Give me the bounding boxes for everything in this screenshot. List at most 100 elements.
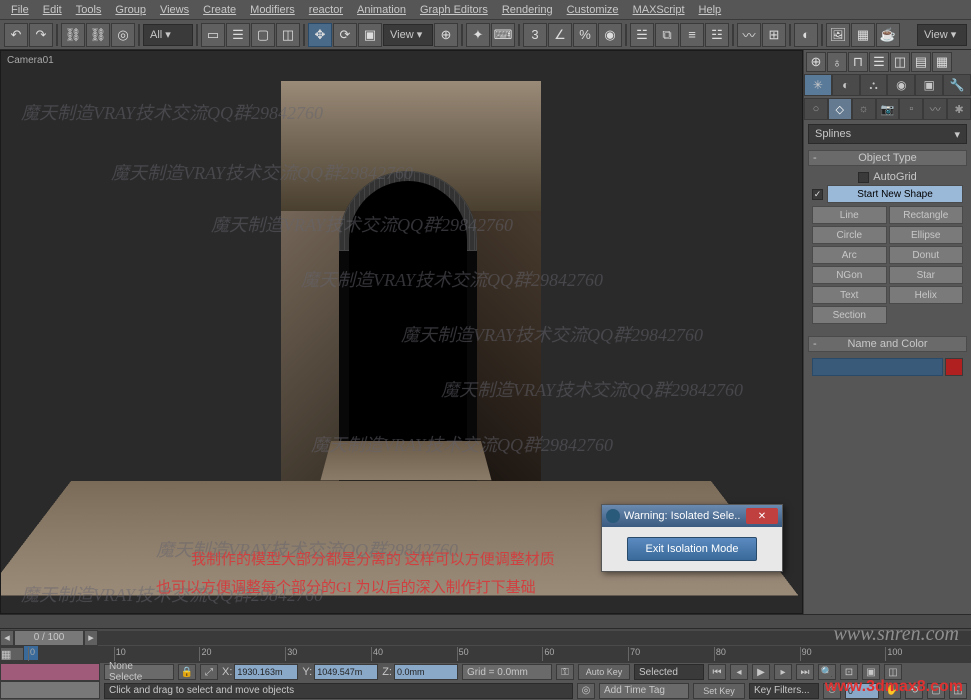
viewport[interactable]: Camera01 魔天制造VRAY技术交流QQ群29842760 魔天制造VRA…	[0, 50, 803, 614]
curve-editor-button[interactable]: 〰	[737, 23, 761, 47]
menu-views[interactable]: Views	[153, 2, 196, 18]
arc-button[interactable]: Arc	[812, 246, 887, 264]
maxscript-swatch[interactable]	[0, 663, 100, 681]
menu-tools[interactable]: Tools	[69, 2, 109, 18]
helix-button[interactable]: Helix	[889, 286, 964, 304]
snap-button[interactable]: 3	[523, 23, 547, 47]
key-filter-selected[interactable]: Selected	[634, 664, 704, 680]
keyboard-button[interactable]: ⌨	[491, 23, 515, 47]
helpers-subtab[interactable]: ▫	[899, 98, 923, 120]
menu-create[interactable]: Create	[196, 2, 243, 18]
key-icon[interactable]: ⚿	[556, 664, 574, 680]
scale-button[interactable]: ▣	[358, 23, 382, 47]
percent-snap-button[interactable]: %	[573, 23, 597, 47]
mirror-button[interactable]: ⧉	[655, 23, 679, 47]
modify-tab[interactable]: ◐	[832, 74, 860, 96]
category-dropdown[interactable]: Splines▾	[808, 124, 967, 144]
pivot-button[interactable]: ⊕	[434, 23, 458, 47]
text-button[interactable]: Text	[812, 286, 887, 304]
cameras-subtab[interactable]: 📷	[876, 98, 900, 120]
object-type-rollout[interactable]: -Object Type	[808, 150, 967, 166]
lights-subtab[interactable]: ☼	[852, 98, 876, 120]
move-button[interactable]: ✥	[308, 23, 332, 47]
close-icon[interactable]: ✕	[746, 508, 778, 524]
render-setup-button[interactable]: 🖼	[826, 23, 850, 47]
track-bar[interactable]: ▦ 0 10 20 30 40 50 60 70 80 90 100	[0, 646, 971, 662]
geometry-subtab[interactable]: ○	[804, 98, 828, 120]
prev-frame-button[interactable]: ◂	[0, 630, 14, 646]
name-color-rollout[interactable]: -Name and Color	[808, 336, 967, 352]
y-coord-input[interactable]: 1049.547m	[314, 664, 378, 680]
time-slider-handle[interactable]: 0 / 100	[14, 630, 84, 646]
star-button[interactable]: Star	[889, 266, 964, 284]
viewport-nav-icon[interactable]: ♁	[827, 52, 847, 72]
viewport-scrollbar[interactable]	[0, 614, 971, 628]
motion-tab[interactable]: ◉	[887, 74, 915, 96]
select-button[interactable]: ▭	[201, 23, 225, 47]
menu-customize[interactable]: Customize	[560, 2, 626, 18]
section-button[interactable]: Section	[812, 306, 887, 324]
hierarchy-tab[interactable]: ⛬	[860, 74, 888, 96]
render-frame-button[interactable]: ▦	[851, 23, 875, 47]
menu-animation[interactable]: Animation	[350, 2, 413, 18]
dialog-titlebar[interactable]: Warning: Isolated Sele.. ✕	[602, 505, 782, 527]
autogrid-checkbox[interactable]	[858, 172, 869, 183]
align-button[interactable]: ≡	[680, 23, 704, 47]
menu-group[interactable]: Group	[108, 2, 153, 18]
goto-start-button[interactable]: ⏮	[708, 664, 726, 680]
menu-maxscript[interactable]: MAXScript	[626, 2, 692, 18]
start-new-shape-button[interactable]: Start New Shape	[827, 185, 963, 203]
undo-button[interactable]: ↶	[4, 23, 28, 47]
viewport-nav-icon[interactable]: ☰	[869, 52, 889, 72]
ellipse-button[interactable]: Ellipse	[889, 226, 964, 244]
play-button[interactable]: ▶	[752, 664, 770, 680]
schematic-button[interactable]: ⊞	[762, 23, 786, 47]
manipulate-button[interactable]: ✦	[466, 23, 490, 47]
autokey-button[interactable]: Auto Key	[578, 664, 630, 680]
rectangle-button[interactable]: Rectangle	[889, 206, 964, 224]
systems-subtab[interactable]: ✱	[947, 98, 971, 120]
menu-grapheditors[interactable]: Graph Editors	[413, 2, 495, 18]
menu-edit[interactable]: Edit	[36, 2, 69, 18]
donut-button[interactable]: Donut	[889, 246, 964, 264]
named-sel-button[interactable]: ☱	[630, 23, 654, 47]
select-region-button[interactable]: ▢	[251, 23, 275, 47]
line-button[interactable]: Line	[812, 206, 887, 224]
circle-button[interactable]: Circle	[812, 226, 887, 244]
create-tab[interactable]: ✳	[804, 74, 832, 96]
exit-isolation-button[interactable]: Exit Isolation Mode	[627, 537, 758, 561]
z-coord-input[interactable]: 0.0mm	[394, 664, 458, 680]
unlink-button[interactable]: ⛓	[86, 23, 110, 47]
open-trackview-button[interactable]: ▦	[0, 647, 24, 661]
comm-icon[interactable]: ◎	[577, 683, 595, 699]
select-name-button[interactable]: ☰	[226, 23, 250, 47]
layers-button[interactable]: ☳	[705, 23, 729, 47]
listener-swatch[interactable]	[0, 681, 100, 699]
viewport-nav-icon[interactable]: ⊕	[806, 52, 826, 72]
next-frame-button[interactable]: ▸	[84, 630, 98, 646]
ngon-button[interactable]: NGon	[812, 266, 887, 284]
view-dropdown[interactable]: View ▾	[917, 24, 967, 46]
menu-file[interactable]: File	[4, 2, 36, 18]
material-editor-button[interactable]: ◐	[794, 23, 818, 47]
selection-filter[interactable]: All ▾	[143, 24, 193, 46]
next-key-button[interactable]: ▸	[774, 664, 792, 680]
viewport-nav-icon[interactable]: ▤	[911, 52, 931, 72]
redo-button[interactable]: ↷	[29, 23, 53, 47]
absolute-mode-icon[interactable]: ⤢	[200, 664, 218, 680]
add-time-tag[interactable]: Add Time Tag	[599, 683, 689, 699]
time-slider[interactable]: ◂ 0 / 100 ▸	[0, 628, 971, 646]
menu-help[interactable]: Help	[692, 2, 729, 18]
setkey-button[interactable]: Set Key	[693, 683, 745, 699]
ref-coord-system[interactable]: View ▾	[383, 24, 433, 46]
angle-snap-button[interactable]: ∠	[548, 23, 572, 47]
rotate-button[interactable]: ⟳	[333, 23, 357, 47]
prev-key-button[interactable]: ◂	[730, 664, 748, 680]
utilities-tab[interactable]: 🔧	[943, 74, 971, 96]
x-coord-input[interactable]: 1930.163m	[234, 664, 298, 680]
viewport-nav-icon[interactable]: ⊓	[848, 52, 868, 72]
menu-rendering[interactable]: Rendering	[495, 2, 560, 18]
viewport-nav-icon[interactable]: ◫	[890, 52, 910, 72]
display-tab[interactable]: ▣	[915, 74, 943, 96]
window-crossing-button[interactable]: ◫	[276, 23, 300, 47]
